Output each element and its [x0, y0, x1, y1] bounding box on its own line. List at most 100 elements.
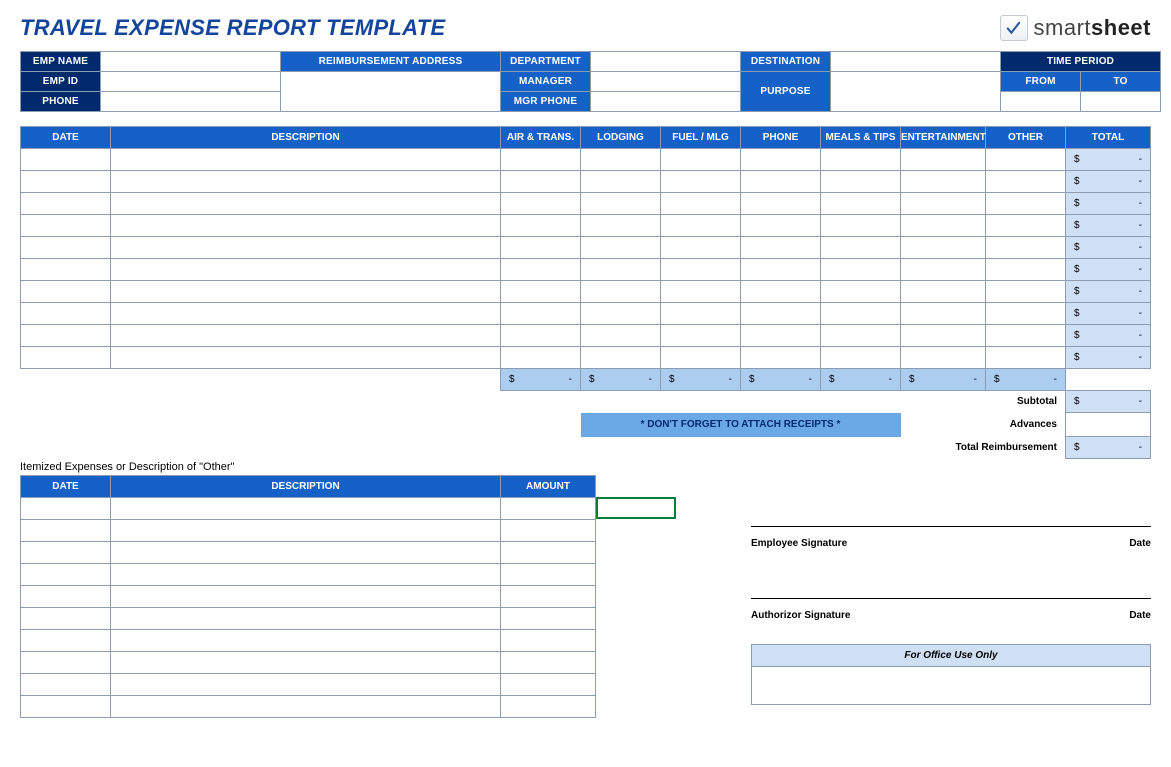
exp-cell[interactable] — [661, 193, 741, 215]
mgr-phone-field[interactable] — [591, 92, 741, 112]
exp-cell[interactable] — [501, 347, 581, 369]
emp-id-field[interactable] — [101, 72, 281, 92]
item-cell[interactable] — [501, 520, 596, 542]
exp-cell[interactable] — [21, 347, 111, 369]
reimb-addr-field[interactable] — [281, 72, 501, 112]
item-cell[interactable] — [111, 630, 501, 652]
exp-cell[interactable] — [986, 347, 1066, 369]
exp-cell[interactable] — [986, 149, 1066, 171]
exp-cell[interactable] — [986, 281, 1066, 303]
exp-cell[interactable] — [111, 237, 501, 259]
exp-cell[interactable] — [21, 303, 111, 325]
exp-cell[interactable] — [501, 171, 581, 193]
item-cell[interactable] — [21, 520, 111, 542]
item-cell[interactable] — [21, 608, 111, 630]
exp-cell[interactable] — [21, 193, 111, 215]
exp-cell[interactable] — [111, 193, 501, 215]
exp-cell[interactable] — [901, 259, 986, 281]
exp-cell[interactable] — [661, 149, 741, 171]
exp-cell[interactable] — [901, 303, 986, 325]
item-cell[interactable] — [21, 564, 111, 586]
to-field[interactable] — [1081, 92, 1161, 112]
manager-field[interactable] — [591, 72, 741, 92]
exp-cell[interactable] — [111, 171, 501, 193]
exp-cell[interactable] — [821, 303, 901, 325]
exp-cell[interactable] — [501, 281, 581, 303]
item-cell[interactable] — [111, 498, 501, 520]
item-cell[interactable] — [111, 542, 501, 564]
exp-cell[interactable] — [21, 325, 111, 347]
exp-cell[interactable] — [661, 325, 741, 347]
exp-cell[interactable] — [21, 215, 111, 237]
exp-cell[interactable] — [901, 193, 986, 215]
purpose-field[interactable] — [831, 72, 1001, 112]
exp-cell[interactable] — [821, 193, 901, 215]
exp-cell[interactable] — [821, 215, 901, 237]
exp-cell[interactable] — [821, 149, 901, 171]
exp-cell[interactable] — [741, 259, 821, 281]
exp-cell[interactable] — [986, 215, 1066, 237]
exp-cell[interactable] — [901, 281, 986, 303]
item-cell[interactable] — [21, 696, 111, 718]
item-cell[interactable] — [111, 564, 501, 586]
exp-cell[interactable] — [821, 325, 901, 347]
office-use-field[interactable] — [752, 667, 1151, 705]
exp-cell[interactable] — [501, 215, 581, 237]
exp-cell[interactable] — [111, 215, 501, 237]
exp-cell[interactable] — [581, 259, 661, 281]
exp-cell[interactable] — [741, 347, 821, 369]
exp-cell[interactable] — [501, 325, 581, 347]
exp-cell[interactable] — [501, 303, 581, 325]
exp-cell[interactable] — [741, 237, 821, 259]
exp-cell[interactable] — [501, 237, 581, 259]
exp-cell[interactable] — [581, 215, 661, 237]
exp-cell[interactable] — [581, 325, 661, 347]
item-cell[interactable] — [111, 586, 501, 608]
item-cell[interactable] — [111, 608, 501, 630]
exp-cell[interactable] — [741, 303, 821, 325]
exp-cell[interactable] — [986, 237, 1066, 259]
exp-cell[interactable] — [501, 149, 581, 171]
item-cell[interactable] — [501, 586, 596, 608]
exp-cell[interactable] — [111, 149, 501, 171]
item-cell[interactable] — [501, 652, 596, 674]
item-cell[interactable] — [111, 652, 501, 674]
exp-cell[interactable] — [111, 347, 501, 369]
item-cell[interactable] — [501, 564, 596, 586]
exp-cell[interactable] — [581, 193, 661, 215]
exp-cell[interactable] — [111, 259, 501, 281]
item-cell[interactable] — [111, 520, 501, 542]
item-cell[interactable] — [21, 498, 111, 520]
item-cell[interactable] — [21, 674, 111, 696]
exp-cell[interactable] — [901, 215, 986, 237]
exp-cell[interactable] — [901, 171, 986, 193]
item-cell[interactable] — [501, 542, 596, 564]
item-cell[interactable] — [21, 630, 111, 652]
exp-cell[interactable] — [21, 237, 111, 259]
exp-cell[interactable] — [21, 149, 111, 171]
exp-cell[interactable] — [986, 303, 1066, 325]
from-field[interactable] — [1001, 92, 1081, 112]
exp-cell[interactable] — [661, 259, 741, 281]
exp-cell[interactable] — [821, 171, 901, 193]
exp-cell[interactable] — [501, 259, 581, 281]
exp-cell[interactable] — [661, 215, 741, 237]
exp-cell[interactable] — [821, 347, 901, 369]
item-cell[interactable] — [501, 608, 596, 630]
exp-cell[interactable] — [821, 281, 901, 303]
item-cell[interactable] — [111, 674, 501, 696]
advances-value[interactable] — [1066, 413, 1151, 437]
exp-cell[interactable] — [741, 281, 821, 303]
exp-cell[interactable] — [901, 149, 986, 171]
exp-cell[interactable] — [901, 347, 986, 369]
exp-cell[interactable] — [581, 149, 661, 171]
exp-cell[interactable] — [986, 171, 1066, 193]
exp-cell[interactable] — [661, 171, 741, 193]
exp-cell[interactable] — [661, 303, 741, 325]
exp-cell[interactable] — [111, 281, 501, 303]
exp-cell[interactable] — [111, 325, 501, 347]
exp-cell[interactable] — [986, 325, 1066, 347]
exp-cell[interactable] — [741, 149, 821, 171]
exp-cell[interactable] — [821, 259, 901, 281]
exp-cell[interactable] — [986, 193, 1066, 215]
